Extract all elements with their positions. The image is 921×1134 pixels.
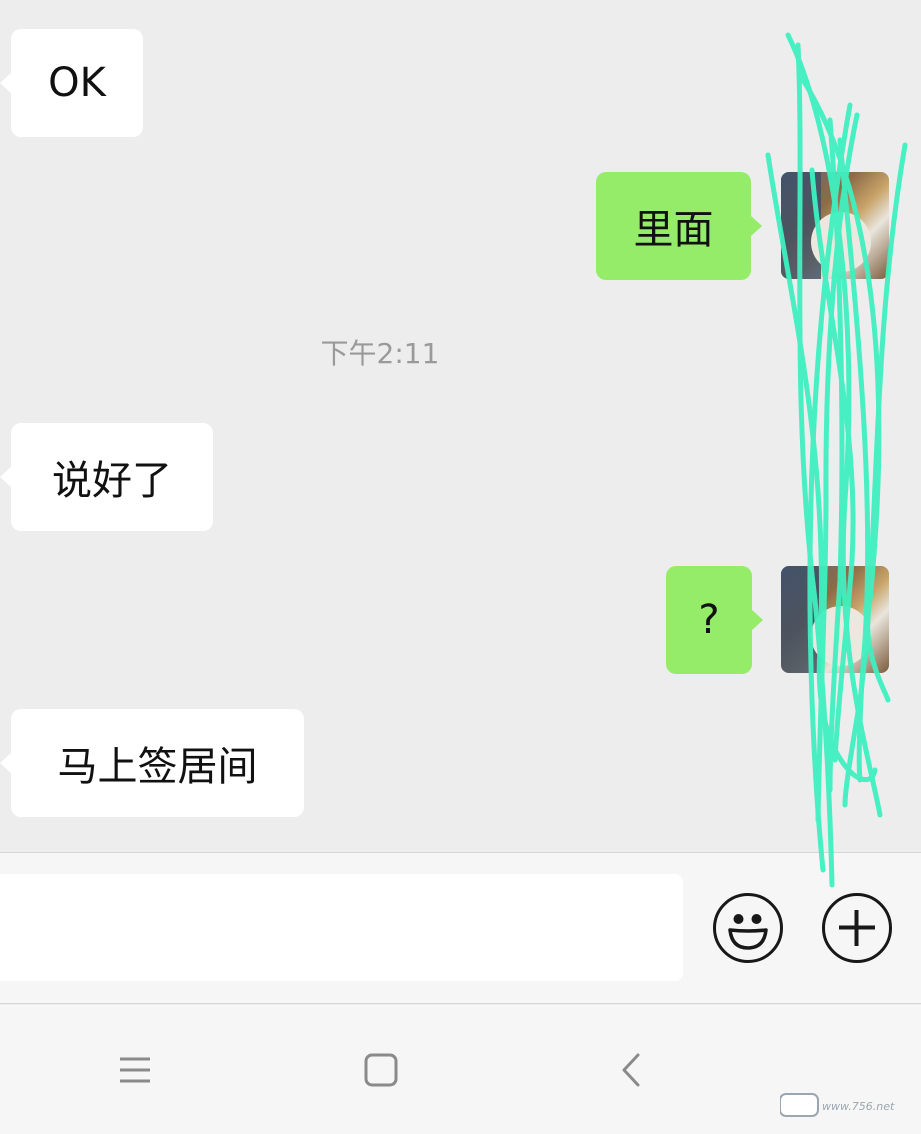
site-watermark: www.756.net (780, 1093, 895, 1117)
watermark-text: www.756.net (822, 1100, 895, 1113)
message-bubble-incoming[interactable]: OK (0, 29, 143, 137)
nav-menu-button[interactable] (110, 1045, 160, 1095)
message-text: 马上签居间 (57, 744, 258, 790)
home-square-icon (364, 1053, 398, 1087)
message-bubble-outgoing[interactable]: ? (666, 566, 763, 674)
message-bubble-outgoing[interactable]: 里面 (596, 172, 762, 280)
message-text: 里面 (633, 207, 714, 253)
smile-emoji-icon (728, 914, 768, 950)
more-options-button[interactable] (822, 893, 892, 963)
menu-icon (120, 1057, 150, 1083)
message-input[interactable] (0, 874, 683, 981)
message-text: 说好了 (52, 458, 172, 504)
message-text: OK (48, 60, 106, 106)
nav-home-button[interactable] (356, 1045, 406, 1095)
message-timestamp: 下午2:11 (320, 337, 440, 370)
message-bubble-incoming[interactable]: 说好了 (0, 423, 213, 531)
back-chevron-icon (622, 1053, 640, 1087)
nav-back-button[interactable] (606, 1045, 656, 1095)
message-text: ? (698, 597, 720, 643)
emoji-button[interactable] (713, 893, 783, 963)
plus-circle-icon (839, 910, 875, 946)
avatar[interactable] (781, 566, 889, 673)
chat-message-list[interactable]: OK 里面 下午2:11 说好了 ? 马上签居间 (0, 0, 921, 852)
avatar[interactable] (781, 172, 889, 279)
message-bubble-incoming[interactable]: 马上签居间 (0, 709, 304, 817)
